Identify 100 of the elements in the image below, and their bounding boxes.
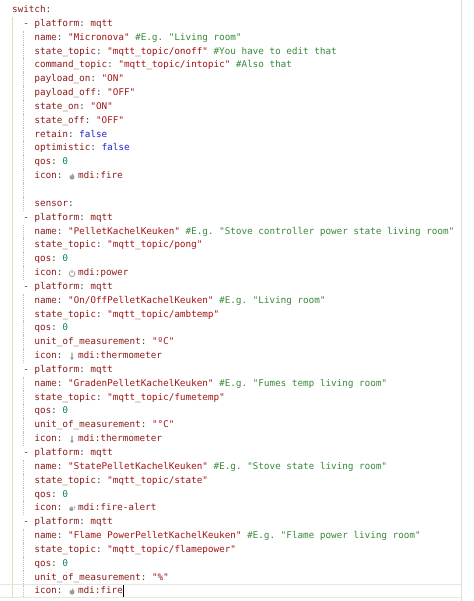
colon: : bbox=[79, 210, 85, 224]
yaml-key: qos bbox=[34, 321, 52, 336]
colon: : bbox=[56, 529, 62, 543]
comment: #E.g. "Flame power living room" bbox=[247, 529, 421, 543]
colon: : bbox=[56, 584, 62, 598]
value-text: mdi:power bbox=[78, 266, 128, 280]
colon: : bbox=[56, 169, 62, 183]
colon: : bbox=[79, 362, 85, 377]
colon: : bbox=[51, 404, 57, 418]
boolean-value: false bbox=[102, 141, 130, 156]
yaml-key: icon bbox=[34, 432, 57, 446]
string-value: "mqtt_topic/fumetemp" bbox=[107, 390, 225, 404]
colon: : bbox=[79, 100, 85, 114]
value-text: mdi:fire bbox=[78, 169, 123, 183]
yaml-key: unit_of_measurement bbox=[34, 335, 141, 350]
list-dash: - bbox=[23, 362, 29, 377]
yaml-key: command_topic bbox=[34, 58, 108, 72]
string-value: "%" bbox=[152, 570, 169, 584]
value-text: mqtt bbox=[90, 16, 113, 31]
yaml-key: qos bbox=[34, 556, 52, 571]
colon: : bbox=[56, 432, 62, 446]
colon: : bbox=[68, 196, 74, 211]
comment: #E.g. "Stove controller power state living room" bbox=[186, 224, 454, 238]
yaml-key: qos bbox=[34, 488, 52, 502]
comment: #E.g. "Living room" bbox=[135, 30, 242, 45]
comment: #E.g. "Fumes temp living room" bbox=[219, 376, 388, 391]
value-text: mdi:thermometer bbox=[78, 432, 162, 446]
list-dash: - bbox=[23, 210, 29, 224]
string-value: "OFF" bbox=[96, 114, 124, 128]
power-icon bbox=[68, 268, 76, 277]
string-value: "mqtt_topic/ambtemp" bbox=[107, 308, 220, 322]
yaml-key: qos bbox=[34, 404, 52, 418]
number-value: 0 bbox=[62, 556, 68, 571]
colon: : bbox=[96, 474, 102, 488]
colon: : bbox=[140, 335, 146, 350]
colon: : bbox=[56, 224, 62, 238]
value-text: mqtt bbox=[90, 515, 113, 530]
list-dash: - bbox=[23, 446, 29, 460]
list-dash: - bbox=[23, 515, 29, 530]
string-value: "On/OffPelletKachelKeuken" bbox=[68, 294, 214, 308]
value-text: mdi:thermometer bbox=[78, 349, 162, 363]
value-text: mqtt bbox=[90, 362, 113, 377]
yaml-key: name bbox=[34, 294, 57, 308]
yaml-key: switch bbox=[12, 3, 46, 17]
yaml-key: icon bbox=[34, 169, 57, 183]
string-value: "ºC" bbox=[152, 335, 174, 350]
colon: : bbox=[107, 58, 113, 72]
flame-icon bbox=[68, 172, 76, 180]
colon: : bbox=[51, 155, 57, 170]
value-text: mqtt bbox=[90, 210, 113, 224]
colon: : bbox=[96, 44, 102, 58]
colon: : bbox=[51, 488, 57, 502]
yaml-key: state_topic bbox=[34, 44, 96, 58]
yaml-key: platform bbox=[34, 362, 80, 377]
yaml-key: unit_of_measurement bbox=[34, 570, 141, 584]
yaml-key: platform bbox=[34, 16, 80, 31]
string-value: "StatePelletKachelKeuken" bbox=[68, 460, 208, 474]
string-value: "°C" bbox=[152, 418, 174, 432]
string-value: "PelletKachelKeuken" bbox=[68, 224, 180, 238]
colon: : bbox=[56, 501, 62, 516]
colon: : bbox=[51, 252, 57, 266]
number-value: 0 bbox=[62, 252, 68, 266]
yaml-key: optimistic bbox=[34, 141, 90, 156]
yaml-key: payload_on bbox=[34, 72, 90, 86]
value-text: mqtt bbox=[90, 280, 113, 294]
flame-icon bbox=[68, 587, 76, 596]
colon: : bbox=[56, 376, 62, 391]
yaml-key: name bbox=[34, 376, 57, 391]
yaml-key: retain bbox=[34, 128, 68, 142]
list-dash: - bbox=[23, 16, 29, 31]
colon: : bbox=[56, 30, 62, 45]
string-value: "mqtt_topic/flamepower" bbox=[107, 542, 236, 557]
colon: : bbox=[96, 238, 102, 252]
colon: : bbox=[51, 556, 57, 571]
string-value: "mqtt_topic/state" bbox=[107, 474, 208, 488]
colon: : bbox=[56, 266, 62, 280]
yaml-key: state_on bbox=[34, 100, 80, 114]
comment: #Also that bbox=[236, 58, 292, 72]
string-value: "Flame PowerPelletKachelKeuken" bbox=[68, 529, 242, 543]
value-text: mdi:fire bbox=[78, 584, 123, 598]
yaml-key: icon bbox=[34, 501, 57, 516]
yaml-key: name bbox=[34, 224, 57, 238]
yaml-key: sensor bbox=[34, 196, 68, 211]
yaml-key: icon bbox=[34, 266, 57, 280]
value-text: mqtt bbox=[90, 446, 113, 460]
yaml-key: state_topic bbox=[34, 542, 96, 557]
colon: : bbox=[56, 460, 62, 474]
string-value: "ON" bbox=[102, 72, 124, 86]
colon: : bbox=[96, 390, 102, 404]
colon: : bbox=[90, 72, 96, 86]
yaml-key: icon bbox=[34, 584, 57, 598]
comment: #E.g. "Living room" bbox=[219, 294, 326, 308]
string-value: "GradenPelletKachelKeuken" bbox=[68, 376, 214, 391]
number-value: 0 bbox=[62, 488, 68, 502]
string-value: "mqtt_topic/pong" bbox=[107, 238, 202, 252]
colon: : bbox=[140, 570, 146, 584]
flame-alert-icon bbox=[68, 504, 76, 512]
colon: : bbox=[51, 321, 57, 336]
thermometer-icon bbox=[68, 435, 76, 444]
string-value: "Micronova" bbox=[68, 30, 130, 45]
